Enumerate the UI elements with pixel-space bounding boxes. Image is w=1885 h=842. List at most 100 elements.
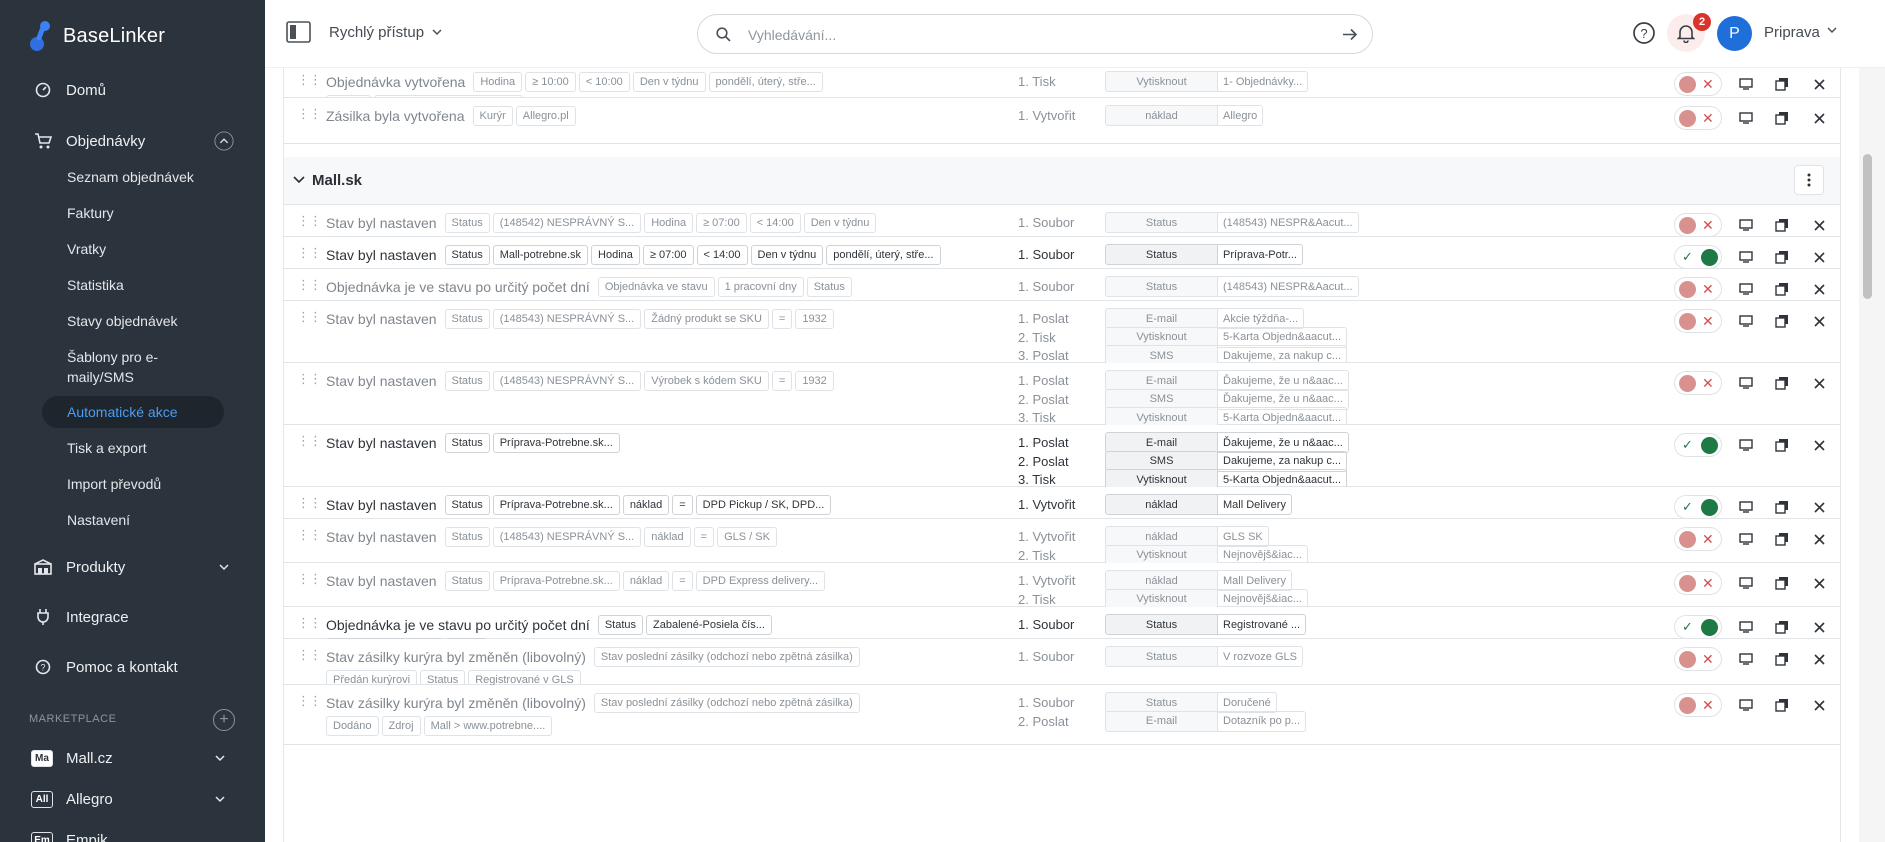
delete-icon[interactable] — [1810, 312, 1828, 330]
run-on-desktop-icon[interactable] — [1737, 530, 1755, 548]
duplicate-icon[interactable] — [1773, 436, 1791, 454]
delete-icon[interactable] — [1810, 618, 1828, 636]
drag-handle-icon[interactable]: ⋮⋮ — [297, 107, 322, 120]
toggle-disabled[interactable]: ✕ — [1674, 213, 1722, 237]
group-menu-button[interactable] — [1794, 165, 1824, 195]
sidebar-subitem-print-export[interactable]: Tisk a export — [67, 438, 147, 458]
delete-icon[interactable] — [1810, 75, 1828, 93]
action-pill[interactable]: Status V rozvoze GLS — [1105, 646, 1303, 667]
toggle-disabled[interactable]: ✕ — [1674, 277, 1722, 301]
toggle-disabled[interactable]: ✕ — [1674, 72, 1722, 96]
action-pill[interactable]: náklad Allegro — [1105, 105, 1264, 126]
chevron-down-icon[interactable] — [293, 176, 305, 184]
delete-icon[interactable] — [1810, 374, 1828, 392]
run-on-desktop-icon[interactable] — [1737, 498, 1755, 516]
sidebar-item-integrations[interactable]: Integrace — [0, 605, 265, 629]
drag-handle-icon[interactable]: ⋮⋮ — [297, 694, 322, 707]
delete-icon[interactable] — [1810, 650, 1828, 668]
toggle-enabled[interactable]: ✓ — [1674, 245, 1722, 269]
add-marketplace-button[interactable]: + — [213, 709, 235, 731]
drag-handle-icon[interactable]: ⋮⋮ — [297, 278, 322, 291]
drag-handle-icon[interactable]: ⋮⋮ — [297, 528, 322, 541]
duplicate-icon[interactable] — [1773, 248, 1791, 266]
scrollbar-thumb[interactable] — [1863, 154, 1872, 299]
help-icon[interactable]: ? — [1632, 21, 1656, 45]
duplicate-icon[interactable] — [1773, 374, 1791, 392]
sidebar-toggle-icon[interactable] — [286, 21, 311, 43]
run-on-desktop-icon[interactable] — [1737, 109, 1755, 127]
drag-handle-icon[interactable]: ⋮⋮ — [297, 372, 322, 385]
toggle-disabled[interactable]: ✕ — [1674, 647, 1722, 671]
toggle-disabled[interactable]: ✕ — [1674, 693, 1722, 717]
toggle-enabled[interactable]: ✓ — [1674, 433, 1722, 457]
sidebar-subitem-order-list[interactable]: Seznam objednávek — [67, 167, 194, 187]
duplicate-icon[interactable] — [1773, 618, 1791, 636]
duplicate-icon[interactable] — [1773, 109, 1791, 127]
delete-icon[interactable] — [1810, 696, 1828, 714]
sidebar-marketplace-empik[interactable]: Em Empik — [31, 828, 108, 842]
action-pill[interactable]: E-mail Dotazník po p... — [1105, 710, 1307, 732]
sidebar-marketplace-allegro[interactable]: All Allegro — [31, 787, 225, 811]
sidebar-item-help[interactable]: ? Pomoc a kontakt — [0, 655, 265, 679]
toggle-disabled[interactable]: ✕ — [1674, 571, 1722, 595]
group-header[interactable]: Mall.sk — [284, 157, 1840, 205]
toggle-enabled[interactable]: ✓ — [1674, 615, 1722, 639]
sidebar-item-home[interactable]: Domů — [0, 78, 265, 102]
chevron-down-icon[interactable] — [214, 790, 226, 808]
run-on-desktop-icon[interactable] — [1737, 374, 1755, 392]
sidebar-item-products[interactable]: Produkty — [0, 555, 265, 579]
run-on-desktop-icon[interactable] — [1737, 618, 1755, 636]
sidebar-subitem-automatic-actions[interactable]: Automatické akce — [67, 402, 178, 422]
duplicate-icon[interactable] — [1773, 498, 1791, 516]
action-pill[interactable]: Vytisknout 1- Objednávky... — [1105, 71, 1309, 92]
arrow-right-icon[interactable] — [1342, 28, 1358, 41]
delete-icon[interactable] — [1810, 216, 1828, 234]
delete-icon[interactable] — [1810, 109, 1828, 127]
sidebar-subitem-import-transfers[interactable]: Import převodů — [67, 474, 161, 494]
run-on-desktop-icon[interactable] — [1737, 312, 1755, 330]
run-on-desktop-icon[interactable] — [1737, 280, 1755, 298]
sidebar-subitem-invoices[interactable]: Faktury — [67, 203, 114, 223]
duplicate-icon[interactable] — [1773, 312, 1791, 330]
run-on-desktop-icon[interactable] — [1737, 216, 1755, 234]
search-input[interactable] — [748, 24, 1308, 46]
chevron-down-icon[interactable] — [214, 557, 234, 577]
action-pill[interactable]: náklad Mall Delivery — [1105, 494, 1292, 515]
sidebar-marketplace-mall[interactable]: Ma Mall.cz — [31, 746, 225, 770]
toggle-enabled[interactable]: ✓ — [1674, 495, 1722, 519]
drag-handle-icon[interactable]: ⋮⋮ — [297, 310, 322, 323]
action-pill[interactable]: Status Príprava-Potr... — [1105, 244, 1303, 265]
toggle-disabled[interactable]: ✕ — [1674, 106, 1722, 130]
duplicate-icon[interactable] — [1773, 75, 1791, 93]
run-on-desktop-icon[interactable] — [1737, 436, 1755, 454]
delete-icon[interactable] — [1810, 574, 1828, 592]
chevron-up-icon[interactable] — [214, 131, 234, 151]
delete-icon[interactable] — [1810, 248, 1828, 266]
run-on-desktop-icon[interactable] — [1737, 75, 1755, 93]
sidebar-subitem-statistics[interactable]: Statistika — [67, 275, 124, 295]
drag-handle-icon[interactable]: ⋮⋮ — [297, 496, 322, 509]
toggle-disabled[interactable]: ✕ — [1674, 371, 1722, 395]
user-name[interactable]: Priprava — [1764, 24, 1820, 41]
run-on-desktop-icon[interactable] — [1737, 650, 1755, 668]
sidebar-subitem-templates[interactable]: Šablony pro e-maily/SMS — [67, 347, 187, 387]
duplicate-icon[interactable] — [1773, 216, 1791, 234]
quick-access-menu[interactable]: Rychlý přístup — [286, 21, 442, 43]
sidebar-subitem-returns[interactable]: Vratky — [67, 239, 106, 259]
toggle-disabled[interactable]: ✕ — [1674, 309, 1722, 333]
sidebar-subitem-settings[interactable]: Nastavení — [67, 510, 130, 530]
delete-icon[interactable] — [1810, 436, 1828, 454]
chevron-down-icon[interactable] — [1827, 27, 1837, 34]
drag-handle-icon[interactable]: ⋮⋮ — [297, 572, 322, 585]
drag-handle-icon[interactable]: ⋮⋮ — [297, 214, 322, 227]
sidebar-item-orders[interactable]: Objednávky — [0, 129, 265, 153]
avatar[interactable]: P — [1717, 16, 1752, 51]
scrollbar[interactable] — [1859, 68, 1885, 842]
delete-icon[interactable] — [1810, 280, 1828, 298]
sidebar-subitem-order-statuses[interactable]: Stavy objednávek — [67, 311, 178, 331]
duplicate-icon[interactable] — [1773, 574, 1791, 592]
action-pill[interactable]: Status (148543) NESPR&Aacut... — [1105, 212, 1359, 233]
delete-icon[interactable] — [1810, 498, 1828, 516]
duplicate-icon[interactable] — [1773, 650, 1791, 668]
drag-handle-icon[interactable]: ⋮⋮ — [297, 648, 322, 661]
